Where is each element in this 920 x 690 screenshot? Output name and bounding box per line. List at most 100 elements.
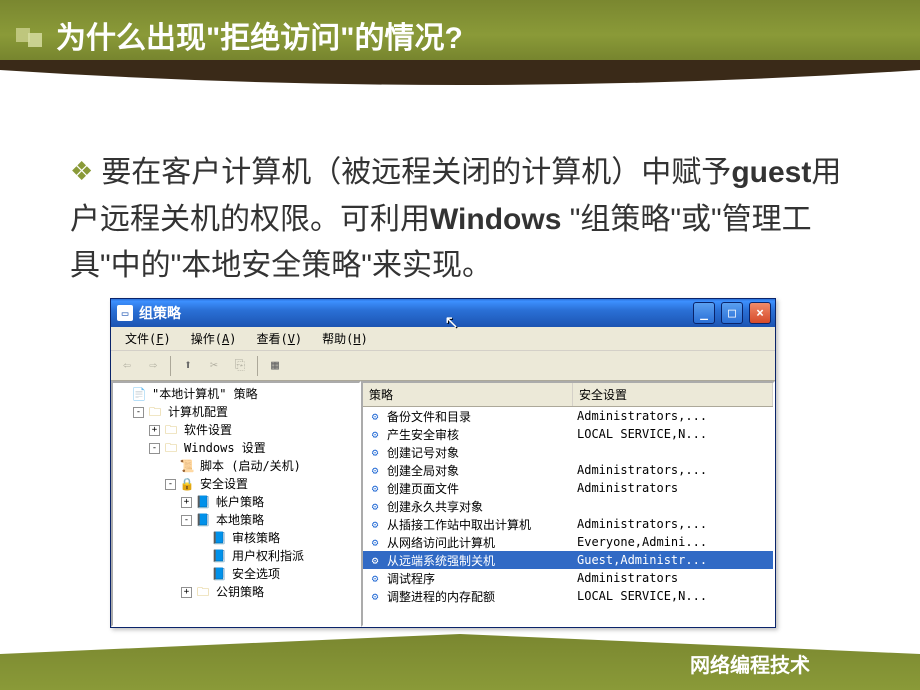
folder-icon: 🗀: [147, 405, 163, 419]
collapse-icon[interactable]: -: [165, 479, 176, 490]
tree-scripts[interactable]: 📜 脚本 (启动/关机): [165, 457, 357, 475]
policy-row[interactable]: ⚙ 创建记号对象: [363, 443, 773, 461]
security-value: Administrators: [573, 571, 773, 585]
tree-computer-config[interactable]: - 🗀 计算机配置: [133, 403, 357, 421]
tree-software-settings[interactable]: + 🗀 软件设置: [149, 421, 357, 439]
policy-icon: ⚙: [367, 553, 383, 567]
forward-button[interactable]: ⇨: [141, 354, 165, 378]
security-value: Administrators: [573, 481, 773, 495]
policy-icon: ⚙: [367, 517, 383, 531]
slide-title: 为什么出现"拒绝访问"的情况?: [56, 13, 463, 57]
list-header: 策略 安全设置: [363, 383, 773, 407]
policy-label: 调试程序: [387, 570, 435, 587]
tree-windows-settings[interactable]: - 🗀 Windows 设置: [149, 439, 357, 457]
policy-row[interactable]: ⚙ 产生安全审核 LOCAL SERVICE,N...: [363, 425, 773, 443]
policy-row[interactable]: ⚙ 创建全局对象 Administrators,...: [363, 461, 773, 479]
tree-audit-policy[interactable]: 📘审核策略: [197, 529, 357, 547]
maximize-button[interactable]: □: [721, 302, 743, 324]
cut-button[interactable]: ✂: [202, 354, 226, 378]
folder-icon: 🗀: [195, 585, 211, 599]
policy-row[interactable]: ⚙ 从插接工作站中取出计算机 Administrators,...: [363, 515, 773, 533]
column-security[interactable]: 安全设置: [573, 383, 773, 406]
security-value: LOCAL SERVICE,N...: [573, 589, 773, 603]
policy-icon: ⚙: [367, 409, 383, 423]
up-button[interactable]: ⬆: [176, 354, 200, 378]
tree-security-settings[interactable]: - 🔒 安全设置: [165, 475, 357, 493]
policy-root-icon: 📄: [131, 387, 147, 401]
policy-icon: ⚙: [367, 427, 383, 441]
policy-row[interactable]: ⚙调试程序Administrators: [363, 569, 773, 587]
list-pane: 策略 安全设置 ⚙ 备份文件和目录 Administrators,... ⚙ 产生安全审…: [361, 381, 775, 627]
security-value: LOCAL SERVICE,N...: [573, 427, 773, 441]
menu-file[interactable]: 文件(F): [117, 328, 179, 349]
security-value: Everyone,Admini...: [573, 535, 773, 549]
menu-help[interactable]: 帮助(H): [314, 328, 376, 349]
menu-action[interactable]: 操作(A): [183, 328, 245, 349]
tree-security-options[interactable]: 📘安全选项: [197, 565, 357, 583]
footer-text: 网络编程技术: [690, 649, 810, 678]
policy-row[interactable]: ⚙ 从网络访问此计算机 Everyone,Admini...: [363, 533, 773, 551]
slide-body-text: ❖要在客户计算机（被远程关闭的计算机）中赋予guest用户远程关机的权限。可利用…: [0, 110, 920, 290]
security-icon: 🔒: [179, 477, 195, 491]
collapse-icon[interactable]: -: [181, 515, 192, 526]
policy-label: 创建全局对象: [387, 462, 459, 479]
window-title: 组策略: [139, 303, 181, 323]
policy-label: 从网络访问此计算机: [387, 534, 495, 551]
script-icon: 📜: [179, 459, 195, 473]
policy-row[interactable]: ⚙ 创建永久共享对象: [363, 497, 773, 515]
tree-user-rights[interactable]: 📘用户权利指派: [197, 547, 357, 565]
collapse-icon[interactable]: -: [149, 443, 160, 454]
toolbar-separator: [257, 356, 258, 376]
security-value: Administrators,...: [573, 517, 773, 531]
policy-row[interactable]: ⚙ 备份文件和目录 Administrators,...: [363, 407, 773, 425]
tree-account-policies[interactable]: + 📘 帐户策略: [181, 493, 357, 511]
policy-label: 从远端系统强制关机: [387, 552, 495, 569]
app-icon: ▭: [117, 305, 133, 321]
close-button[interactable]: ×: [749, 302, 771, 324]
tree-root[interactable]: 📄 "本地计算机" 策略: [117, 385, 357, 403]
policy-row[interactable]: ⚙创建页面文件Administrators: [363, 479, 773, 497]
list-body[interactable]: ⚙ 备份文件和目录 Administrators,... ⚙ 产生安全审核 LOCAL S…: [363, 407, 773, 625]
window-titlebar[interactable]: ▭ 组策略 _ □ ×: [111, 299, 775, 327]
policy-label: 创建记号对象: [387, 444, 459, 461]
menu-view[interactable]: 查看(V): [248, 328, 310, 349]
security-value: Administrators,...: [573, 409, 773, 423]
policy-label: 备份文件和目录: [387, 408, 471, 425]
collapse-icon[interactable]: -: [133, 407, 144, 418]
header-curve: [0, 70, 920, 110]
header-bullet-2: [28, 33, 42, 47]
security-value: Administrators,...: [573, 463, 773, 477]
policy-row[interactable]: ⚙从远端系统强制关机Guest,Administr...: [363, 551, 773, 569]
policy-icon: ⚙: [367, 589, 383, 603]
policy-label: 创建永久共享对象: [387, 498, 483, 515]
policy-label: 从插接工作站中取出计算机: [387, 516, 531, 533]
tree-local-policies[interactable]: - 📘 本地策略: [181, 511, 357, 529]
minimize-button[interactable]: _: [693, 302, 715, 324]
toolbar: ⇦ ⇨ ⬆ ✂ ⎘ ▦: [111, 351, 775, 381]
policy-icon: ⚙: [367, 463, 383, 477]
policy-icon: ⚙: [367, 535, 383, 549]
policy-icon: ⚙: [367, 445, 383, 459]
policy-row[interactable]: ⚙调整进程的内存配额LOCAL SERVICE,N...: [363, 587, 773, 605]
copy-button[interactable]: ⎘: [228, 354, 252, 378]
policy-icon: ⚙: [367, 481, 383, 495]
menu-bar: 文件(F) 操作(A) 查看(V) 帮助(H): [111, 327, 775, 351]
folder-icon: 🗀: [163, 441, 179, 455]
book-icon: 📘: [211, 549, 227, 563]
book-icon: 📘: [195, 513, 211, 527]
tree-public-key[interactable]: + 🗀 公钥策略: [181, 583, 357, 601]
column-policy[interactable]: 策略: [363, 383, 573, 406]
back-button[interactable]: ⇦: [115, 354, 139, 378]
tree-pane[interactable]: 📄 "本地计算机" 策略 - 🗀 计算机配置: [111, 381, 361, 627]
expand-icon[interactable]: +: [181, 497, 192, 508]
book-icon: 📘: [211, 567, 227, 581]
properties-button[interactable]: ▦: [263, 354, 287, 378]
policy-label: 产生安全审核: [387, 426, 459, 443]
toolbar-separator: [170, 356, 171, 376]
folder-icon: 🗀: [163, 423, 179, 437]
book-icon: 📘: [211, 531, 227, 545]
expand-icon[interactable]: +: [181, 587, 192, 598]
policy-icon: ⚙: [367, 499, 383, 513]
expand-icon[interactable]: +: [149, 425, 160, 436]
diamond-bullet-icon: ❖: [70, 156, 93, 186]
